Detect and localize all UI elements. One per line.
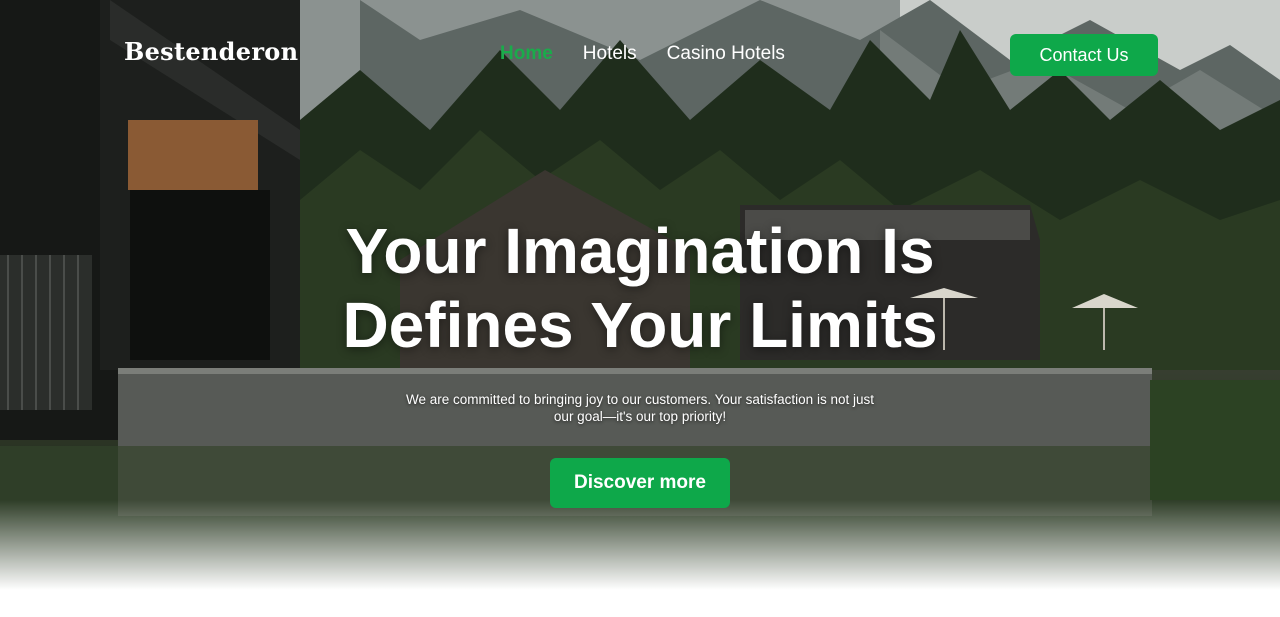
hero-section: Bestenderon Home Hotels Casino Hotels Co… (0, 0, 1280, 590)
discover-more-button[interactable]: Discover more (550, 458, 730, 508)
nav-link-home[interactable]: Home (500, 43, 553, 65)
contact-us-button[interactable]: Contact Us (1010, 34, 1158, 76)
nav-link-casino-hotels[interactable]: Casino Hotels (667, 43, 785, 65)
top-navigation: Bestenderon Home Hotels Casino Hotels Co… (0, 0, 1280, 110)
nav-link-hotels[interactable]: Hotels (583, 43, 637, 65)
hero-headline-line-1: Your Imagination Is (345, 215, 935, 287)
hero-subtext: We are committed to bringing joy to our … (406, 392, 874, 424)
hero-headline-line-2: Defines Your Limits (342, 289, 938, 361)
brand-logo[interactable]: Bestenderon (124, 37, 298, 66)
hero-bottom-fade (0, 500, 1280, 590)
hero-headline: Your Imagination Is Defines Your Limits (0, 214, 1280, 362)
nav-links: Home Hotels Casino Hotels (500, 43, 785, 65)
